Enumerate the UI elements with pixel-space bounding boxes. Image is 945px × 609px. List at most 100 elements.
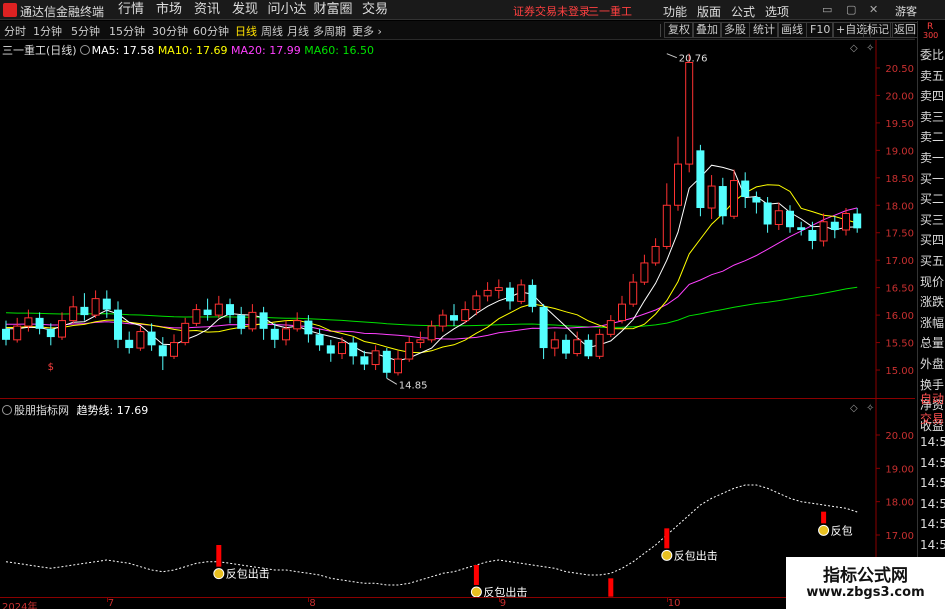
candle-body-up: [606, 320, 615, 335]
menu-item-wealth[interactable]: 财富圈: [310, 2, 356, 18]
period-15min[interactable]: 15分钟: [109, 23, 145, 39]
menu-item-formula[interactable]: 公式: [731, 3, 755, 20]
candle-body-up: [472, 295, 481, 311]
period-60min[interactable]: 60分钟: [193, 23, 229, 39]
quote-row-label: 买四: [920, 233, 945, 248]
period-more[interactable]: 更多 ›: [352, 23, 382, 39]
chart-zoom-icon[interactable]: ✧: [866, 43, 874, 54]
period-weekly[interactable]: 周线: [261, 23, 283, 39]
quote-row-label: 卖五: [920, 68, 945, 83]
candle-body-up: [685, 61, 694, 165]
menu-item-market[interactable]: 市场: [150, 2, 188, 18]
candle-body-up: [394, 358, 402, 374]
period-5min[interactable]: 5分钟: [71, 23, 100, 39]
y-tick-label: 19.00: [885, 146, 914, 157]
quote-row-label: 买二: [920, 192, 945, 207]
indicator-legend: 股朋指标网 趋势线: 17.69: [2, 402, 148, 418]
money-bag-icon: [213, 568, 225, 580]
menu-item-options[interactable]: 选项: [765, 3, 789, 20]
candle-body-down: [506, 287, 514, 302]
menu-item-layout[interactable]: 版面: [697, 3, 721, 20]
sidebar-r-number: 300: [923, 31, 939, 40]
statistics-button[interactable]: 统计: [749, 22, 779, 38]
money-bag-icon: [661, 549, 673, 561]
draw-line-button[interactable]: 画线: [777, 22, 807, 38]
multi-stock-button[interactable]: 多股: [720, 22, 750, 38]
menu-item-function[interactable]: 功能: [663, 3, 687, 20]
restore-icon[interactable]: ▢: [846, 3, 856, 16]
period-tick[interactable]: 分时: [4, 23, 26, 39]
period-1min[interactable]: 1分钟: [33, 23, 62, 39]
x-tick-mark: [308, 598, 310, 602]
period-toolbar: 分时 1分钟 5分钟 15分钟 30分钟 60分钟 日线 周线 月线 多周期 更…: [0, 21, 920, 40]
guest-label[interactable]: 游客: [895, 3, 917, 19]
adjust-button[interactable]: 复权: [664, 22, 694, 38]
period-daily[interactable]: 日线: [235, 23, 257, 39]
minimize-icon[interactable]: ▭: [822, 3, 832, 16]
overlay-button[interactable]: 叠加: [692, 22, 722, 38]
candle-body-up: [707, 185, 716, 209]
legend-ma20: MA20: 17.99: [231, 44, 301, 57]
candle-body-down: [718, 186, 727, 217]
menu-item-news[interactable]: 资讯: [188, 2, 226, 18]
signal-label: 反包: [831, 524, 853, 537]
date-axis: 2024年 7 8 9 10: [0, 597, 915, 609]
signal-bar: [216, 545, 222, 567]
quote-row-label[interactable]: 交易: [920, 410, 945, 427]
menu-item-quotes[interactable]: 行情: [112, 2, 150, 18]
legend-ma10: MA10: 17.69: [157, 44, 228, 57]
candle-body-up: [416, 339, 425, 344]
ind-settings-icon[interactable]: ◇: [850, 403, 858, 414]
menu-item-ask[interactable]: 问小达: [264, 2, 310, 18]
settings-circle-icon[interactable]: [2, 405, 12, 415]
back-button[interactable]: 返回: [890, 22, 920, 38]
y-tick-label: 16.00: [885, 311, 914, 322]
indicator-chart[interactable]: 16.0017.0018.0019.0020.00反包出击反包出击反包出击反包出…: [0, 399, 915, 597]
settings-circle-icon[interactable]: [79, 45, 90, 55]
candle-body-up: [842, 213, 850, 231]
y-tick-label: 18.00: [885, 201, 914, 212]
trend-line: [5, 484, 858, 586]
candle-body-down: [80, 306, 89, 316]
quote-row-label: 买三: [920, 212, 945, 227]
candle-body-down: [360, 356, 369, 365]
candle-body-up: [573, 339, 582, 355]
candle-body-down: [763, 202, 772, 225]
menu-item-discover[interactable]: 发现: [226, 2, 264, 18]
period-multi[interactable]: 多周期: [313, 23, 346, 39]
close-icon[interactable]: ✕: [869, 3, 878, 16]
menu-item-trade[interactable]: 交易: [356, 2, 394, 18]
candle-body-up: [461, 309, 470, 322]
app-logo-icon: [3, 3, 17, 17]
period-30min[interactable]: 30分钟: [152, 23, 188, 39]
login-notice[interactable]: 证券交易未登录: [513, 3, 590, 19]
candlestick-chart[interactable]: 15.00 15.50 16.00 16.50 17.00 17.50 18.00 18.50…: [0, 40, 915, 398]
candle-body-down: [349, 342, 358, 357]
x-tick-label: 7: [107, 598, 115, 609]
y-tick-label: 20.00: [885, 431, 914, 442]
indicator-title: 股朋指标网: [14, 404, 69, 417]
candle-body-up: [774, 210, 783, 225]
ind-zoom-icon[interactable]: ✧: [866, 403, 874, 414]
candle-body-up: [214, 303, 223, 316]
f10-button[interactable]: F10: [806, 22, 835, 38]
period-monthly[interactable]: 月线: [287, 23, 309, 39]
candle-body-down: [102, 298, 111, 310]
quote-row-label: 涨跌: [920, 295, 945, 310]
quote-row-label: 总量: [920, 336, 945, 351]
chart-settings-icon[interactable]: ◇: [850, 43, 858, 54]
candle-body-up: [91, 298, 100, 316]
legend-ma60: MA60: 16.50: [304, 44, 374, 57]
quote-row-label: 现价: [920, 274, 945, 289]
x-tick-label: 9: [499, 598, 507, 609]
quote-row-label: 买一: [920, 171, 945, 186]
candle-body-down: [259, 312, 268, 329]
mark-button[interactable]: 标记: [863, 22, 893, 38]
period-more-label: 更多: [352, 25, 374, 38]
x-tick-label: 8: [309, 598, 316, 609]
candle-body-up: [293, 320, 302, 330]
quote-row-label[interactable]: 自动: [920, 390, 945, 407]
candle-body-down: [853, 213, 862, 229]
quote-row-label: 外盘: [920, 357, 945, 371]
legend-ma5: MA5: 17.58: [91, 44, 155, 57]
